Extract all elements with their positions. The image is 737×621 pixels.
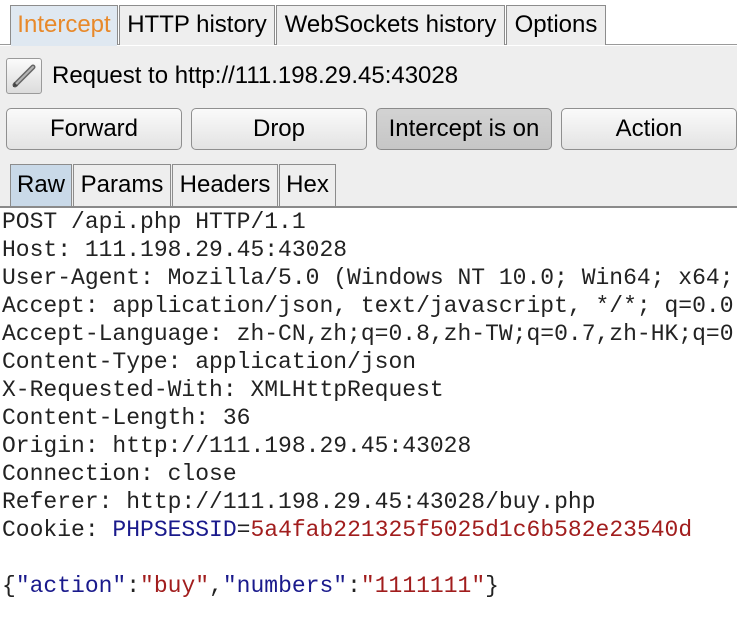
request-line: POST /api.php HTTP/1.1 bbox=[2, 210, 306, 235]
json-key-action: "action" bbox=[15, 573, 127, 599]
forward-button[interactable]: Forward bbox=[6, 108, 182, 150]
header-cookie: Cookie: PHPSESSID=5a4fab221325f5025d1c6b… bbox=[2, 516, 692, 544]
json-comma: , bbox=[209, 573, 223, 599]
request-bar: Request to http://111.198.29.45:43028 bbox=[0, 46, 737, 102]
request-target-label: Request to http://111.198.29.45:43028 bbox=[52, 62, 459, 89]
header-content-length: Content-Length: 36 bbox=[2, 405, 251, 431]
editor-tab-bar: Raw Params Headers Hex bbox=[0, 158, 737, 208]
json-key-numbers: "numbers" bbox=[222, 573, 348, 599]
header-user-agent: User-Agent: Mozilla/5.0 (Windows NT 10.0… bbox=[2, 265, 734, 291]
header-host: Host: 111.198.29.45:43028 bbox=[2, 237, 348, 263]
top-tab-bar: Intercept HTTP history WebSockets histor… bbox=[0, 0, 737, 46]
header-referer: Referer: http://111.198.29.45:43028/buy.… bbox=[2, 489, 596, 515]
cookie-value: 5a4fab221325f5025d1c6b582e23540d bbox=[250, 517, 693, 543]
request-body: {"action":"buy","numbers":"1111111"} bbox=[2, 572, 499, 600]
header-accept: Accept: application/json, text/javascrip… bbox=[2, 293, 734, 319]
tab-raw[interactable]: Raw bbox=[10, 164, 72, 206]
cookie-equals: = bbox=[236, 517, 251, 543]
tab-hex[interactable]: Hex bbox=[279, 164, 336, 206]
edit-request-button[interactable] bbox=[6, 58, 42, 94]
tab-http-history[interactable]: HTTP history bbox=[119, 5, 275, 45]
intercept-controls: Forward Drop Intercept is on Action bbox=[0, 102, 737, 158]
json-colon: : bbox=[347, 573, 361, 599]
action-button[interactable]: Action bbox=[561, 108, 737, 150]
raw-request-editor[interactable]: POST /api.php HTTP/1.1 Host: 111.198.29.… bbox=[0, 210, 737, 621]
editor-tab-divider bbox=[0, 206, 737, 208]
tab-params[interactable]: Params bbox=[73, 164, 171, 206]
tab-headers[interactable]: Headers bbox=[172, 164, 278, 206]
tab-websockets-history[interactable]: WebSockets history bbox=[276, 5, 505, 45]
header-content-type: Content-Type: application/json bbox=[2, 349, 417, 375]
json-brace-open: { bbox=[2, 573, 16, 599]
drop-button[interactable]: Drop bbox=[191, 108, 367, 150]
header-accept-language: Accept-Language: zh-CN,zh;q=0.8,zh-TW;q=… bbox=[2, 321, 734, 347]
cookie-label: Cookie: bbox=[2, 517, 113, 543]
json-colon: : bbox=[126, 573, 141, 599]
json-value-numbers: "1111111" bbox=[360, 573, 486, 599]
header-x-requested-with: X-Requested-With: XMLHttpRequest bbox=[2, 377, 444, 403]
json-value-action: "buy" bbox=[140, 573, 210, 599]
cookie-name: PHPSESSID bbox=[112, 517, 237, 543]
json-brace-close: } bbox=[485, 573, 499, 599]
tab-options[interactable]: Options bbox=[506, 5, 606, 45]
tab-intercept[interactable]: Intercept bbox=[10, 5, 118, 46]
header-origin: Origin: http://111.198.29.45:43028 bbox=[2, 433, 472, 459]
header-connection: Connection: close bbox=[2, 461, 237, 487]
intercept-toggle-button[interactable]: Intercept is on bbox=[376, 108, 552, 150]
